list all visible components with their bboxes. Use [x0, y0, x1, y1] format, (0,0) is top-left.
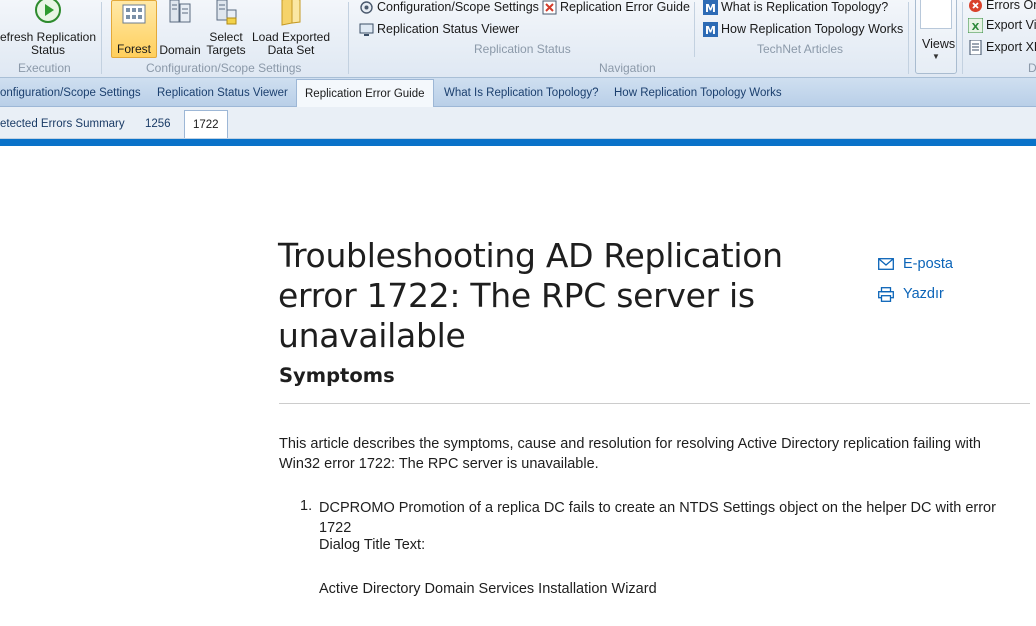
- select-targets-label: Select Targets: [206, 30, 246, 57]
- email-label: E-posta: [903, 256, 953, 272]
- print-link[interactable]: Yazdır: [878, 284, 944, 304]
- export-xps-button[interactable]: Export XP: [968, 38, 1036, 56]
- article-pane: Troubleshooting AD Replication error 172…: [0, 146, 1036, 626]
- group-separator: [101, 2, 102, 74]
- errors-only-label: Errors On: [986, 0, 1036, 12]
- section-heading-symptoms: Symptoms: [279, 364, 395, 387]
- email-icon: [878, 258, 894, 270]
- forest-button[interactable]: Forest: [111, 0, 157, 58]
- tab-error-1256[interactable]: 1256: [137, 110, 179, 138]
- errors-only-button[interactable]: Errors On: [968, 0, 1036, 14]
- configuration-scope-settings-button[interactable]: Configuration/Scope Settings: [359, 0, 539, 16]
- svg-text:M: M: [705, 24, 716, 37]
- configuration-scope-settings-label: Configuration/Scope Settings: [377, 0, 539, 14]
- export-view-label: Export Vie: [986, 18, 1036, 32]
- monitor-icon: [359, 22, 374, 37]
- error-tab-strip: etected Errors Summary 1256 1722: [0, 107, 1036, 139]
- section-divider: [279, 403, 1030, 404]
- tab-detected-errors-summary[interactable]: etected Errors Summary: [0, 110, 133, 138]
- group-label-execution: Execution: [18, 61, 71, 75]
- xps-document-icon: [968, 39, 983, 55]
- select-targets-button[interactable]: Select Targets: [204, 0, 248, 58]
- views-label: Views: [922, 37, 956, 51]
- domain-label: Domain: [159, 43, 201, 57]
- forest-icon: [121, 3, 147, 28]
- tab-how-replication-topology-works[interactable]: How Replication Topology Works: [606, 78, 790, 107]
- email-link[interactable]: E-posta: [878, 254, 953, 274]
- how-replication-topology-works-label: How Replication Topology Works: [721, 22, 904, 36]
- domain-icon: [167, 0, 193, 27]
- print-icon: [878, 286, 894, 302]
- tab-replication-status-viewer[interactable]: Replication Status Viewer: [149, 78, 296, 107]
- export-view-button[interactable]: X Export Vie: [967, 16, 1036, 34]
- technet-article-icon: M: [703, 0, 718, 15]
- group-label-export: D: [1028, 61, 1036, 75]
- document-tab-strip: onfiguration/Scope Settings Replication …: [0, 78, 1036, 107]
- print-label: Yazdır: [903, 286, 944, 302]
- accent-bar: [0, 139, 1036, 146]
- views-preview: [920, 0, 952, 29]
- refresh-label: efresh Replication Status: [0, 30, 97, 57]
- replication-error-guide-button[interactable]: Replication Error Guide: [542, 0, 690, 16]
- group-label-configuration: Configuration/Scope Settings: [146, 61, 302, 75]
- load-exported-label: Load Exported Data Set: [251, 30, 331, 57]
- what-is-replication-topology-button[interactable]: M What is Replication Topology?: [703, 0, 888, 16]
- play-icon: [34, 0, 62, 27]
- group-separator: [348, 2, 349, 74]
- folder-icon: [278, 0, 304, 29]
- list-item-number: 1.: [300, 498, 313, 514]
- wizard-title-text: Active Directory Domain Services Install…: [319, 581, 657, 597]
- group-label-technet-articles: TechNet Articles: [757, 42, 844, 56]
- group-label-replication-status: Replication Status: [474, 42, 571, 56]
- replication-status-viewer-button[interactable]: Replication Status Viewer: [359, 20, 519, 38]
- forest-label: Forest: [116, 42, 151, 56]
- dialog-title-label: Dialog Title Text:: [319, 537, 426, 553]
- excel-icon: X: [967, 17, 984, 33]
- domain-button[interactable]: Domain: [158, 0, 202, 58]
- error-guide-icon: [542, 0, 557, 15]
- article-title: Troubleshooting AD Replication error 172…: [278, 236, 783, 355]
- tab-error-1722[interactable]: 1722: [184, 110, 228, 138]
- how-replication-topology-works-button[interactable]: M How Replication Topology Works: [703, 20, 903, 38]
- svg-text:X: X: [972, 22, 980, 33]
- error-icon: [968, 0, 983, 13]
- export-xps-label: Export XP: [986, 40, 1036, 54]
- group-separator: [962, 2, 963, 74]
- technet-article-icon: M: [703, 21, 718, 37]
- refresh-replication-status-button[interactable]: efresh Replication Status: [0, 0, 96, 58]
- replication-status-viewer-label: Replication Status Viewer: [377, 22, 520, 36]
- what-is-replication-topology-label: What is Replication Topology?: [721, 0, 889, 14]
- views-button[interactable]: Views ▼: [915, 0, 957, 74]
- ribbon: efresh Replication Status Execution Fore…: [0, 0, 1036, 78]
- svg-text:M: M: [705, 2, 716, 15]
- group-label-navigation: Navigation: [599, 61, 656, 75]
- tab-what-is-replication-topology[interactable]: What Is Replication Topology?: [436, 78, 607, 107]
- chevron-down-icon: ▼: [932, 52, 940, 61]
- load-exported-data-set-button[interactable]: Load Exported Data Set: [250, 0, 332, 58]
- settings-icon: [359, 0, 374, 15]
- list-item-text: DCPROMO Promotion of a replica DC fails …: [319, 500, 996, 536]
- intro-paragraph: This article describes the symptoms, cau…: [279, 436, 981, 472]
- tab-configuration-scope-settings[interactable]: onfiguration/Scope Settings: [0, 78, 149, 107]
- group-separator: [694, 2, 695, 57]
- tab-replication-error-guide[interactable]: Replication Error Guide: [296, 79, 434, 107]
- select-targets-icon: [213, 0, 239, 29]
- replication-error-guide-label: Replication Error Guide: [560, 0, 690, 14]
- group-separator: [908, 2, 909, 74]
